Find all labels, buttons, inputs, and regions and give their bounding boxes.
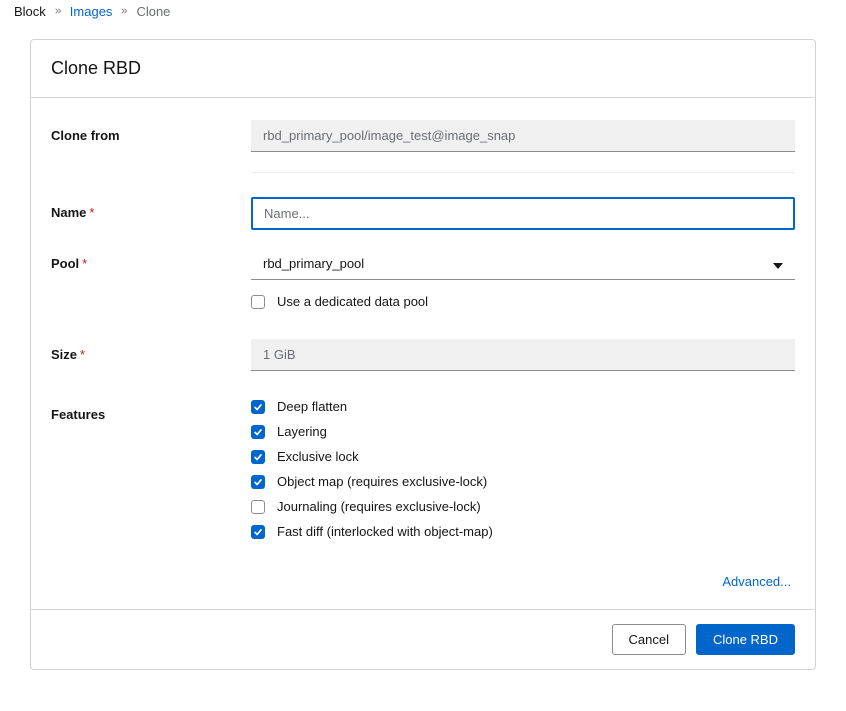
required-icon: *: [80, 347, 85, 362]
chevron-right-icon: [120, 6, 128, 18]
name-label: Name*: [51, 197, 251, 220]
breadcrumb-images[interactable]: Images: [70, 4, 113, 19]
clone-from-input: [251, 120, 795, 152]
chevron-right-icon: [54, 6, 62, 18]
feature-checkbox[interactable]: [251, 475, 265, 489]
breadcrumb-block[interactable]: Block: [14, 4, 46, 19]
clone-rbd-card: Clone RBD Clone from Name* Pool*: [30, 39, 816, 670]
form-footer: Cancel Clone RBD: [31, 609, 815, 669]
feature-checkbox[interactable]: [251, 450, 265, 464]
form-body: Clone from Name* Pool* rbd_primary_pool: [31, 98, 815, 609]
feature-checkbox[interactable]: [251, 400, 265, 414]
advanced-link[interactable]: Advanced...: [722, 574, 791, 589]
clone-from-label: Clone from: [51, 120, 251, 143]
feature-label[interactable]: Journaling (requires exclusive-lock): [277, 499, 481, 514]
cancel-button[interactable]: Cancel: [612, 624, 686, 655]
dedicated-pool-label[interactable]: Use a dedicated data pool: [277, 294, 428, 309]
feature-label[interactable]: Fast diff (interlocked with object-map): [277, 524, 493, 539]
feature-checkbox[interactable]: [251, 425, 265, 439]
breadcrumb-clone: Clone: [136, 4, 170, 19]
pool-label: Pool*: [51, 248, 251, 271]
required-icon: *: [82, 256, 87, 271]
breadcrumb: Block Images Clone: [10, 4, 836, 19]
size-input: [251, 339, 795, 371]
features-label: Features: [51, 399, 251, 422]
clone-rbd-button[interactable]: Clone RBD: [696, 624, 795, 655]
feature-label[interactable]: Exclusive lock: [277, 449, 359, 464]
required-icon: *: [89, 205, 94, 220]
feature-checkbox[interactable]: [251, 525, 265, 539]
feature-checkbox[interactable]: [251, 500, 265, 514]
divider: [251, 172, 795, 173]
page-title: Clone RBD: [31, 40, 815, 98]
feature-label[interactable]: Deep flatten: [277, 399, 347, 414]
size-label: Size*: [51, 339, 251, 362]
dedicated-pool-checkbox[interactable]: [251, 295, 265, 309]
feature-label[interactable]: Layering: [277, 424, 327, 439]
feature-label[interactable]: Object map (requires exclusive-lock): [277, 474, 487, 489]
pool-select[interactable]: rbd_primary_pool: [251, 248, 795, 280]
name-input[interactable]: [251, 197, 795, 230]
